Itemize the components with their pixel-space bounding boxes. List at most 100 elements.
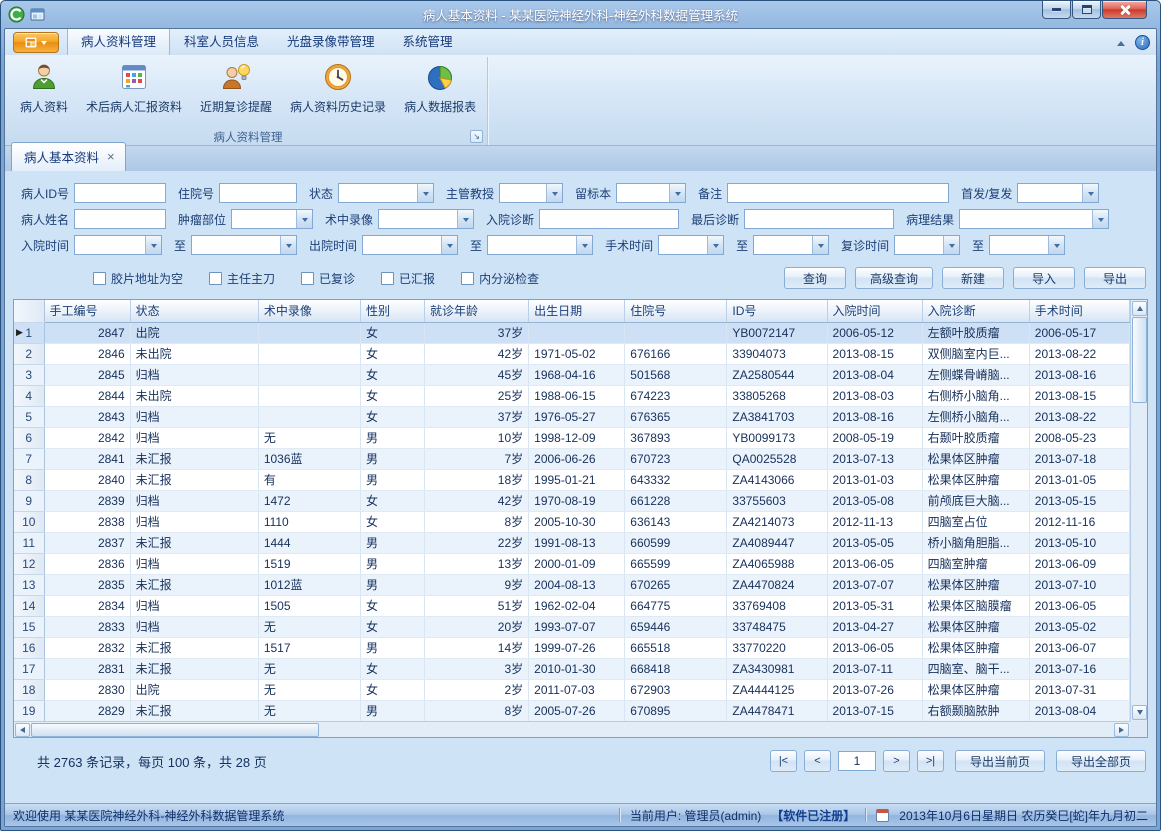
filter-combo-chief-professor[interactable] [499, 183, 563, 203]
document-tab-patient-info[interactable]: 病人基本资料 × [11, 142, 126, 171]
dialog-launcher-icon[interactable] [470, 130, 483, 143]
filter-combo-first-or-recurrent[interactable] [1017, 183, 1099, 203]
table-row[interactable]: 102838归档1110女8岁2005-10-30636143ZA4214073… [14, 511, 1130, 532]
vertical-scroll-thumb[interactable] [1132, 317, 1147, 403]
tab-close-icon[interactable]: × [107, 152, 115, 162]
dropdown-arrow-icon[interactable] [280, 236, 296, 254]
table-row[interactable]: 132835未汇报1012蓝男9岁2004-08-13670265ZA44708… [14, 574, 1130, 595]
table-row[interactable]: 172831未汇报无女3岁2010-01-30668418ZA343098120… [14, 658, 1130, 679]
filter-combo-tumor-site[interactable] [231, 209, 313, 229]
quick-access-icon[interactable] [30, 8, 45, 21]
export-current-page-button[interactable]: 导出当前页 [955, 750, 1045, 772]
dropdown-arrow-icon[interactable] [812, 236, 828, 254]
column-header-7[interactable]: 住院号 [625, 300, 727, 322]
collapse-ribbon-icon[interactable] [1117, 37, 1125, 46]
filter-combo-surgery-from[interactable] [658, 235, 724, 255]
checkbox-film-address-empty[interactable]: 胶片地址为空 [93, 270, 183, 287]
filter-combo-status[interactable] [338, 183, 434, 203]
dropdown-arrow-icon[interactable] [417, 184, 433, 202]
table-row[interactable]: 42844未出院女25岁1988-06-15674223338052682013… [14, 385, 1130, 406]
last-page-button[interactable]: >| [917, 750, 944, 772]
filter-combo-admission-from[interactable] [74, 235, 162, 255]
checkbox-director-surgeon[interactable]: 主任主刀 [209, 270, 275, 287]
ribbon-button-patient[interactable]: 病人资料 [11, 57, 77, 125]
filter-input-final-diagnosis[interactable] [744, 209, 894, 229]
filter-input-patient-id[interactable] [74, 183, 166, 203]
first-page-button[interactable]: |< [770, 750, 797, 772]
column-header-4[interactable]: 性别 [360, 300, 424, 322]
filter-input-inpatient-no[interactable] [219, 183, 297, 203]
dropdown-arrow-icon[interactable] [1092, 210, 1108, 228]
filter-combo-discharge-from[interactable] [362, 235, 458, 255]
filter-combo-admission-to[interactable] [191, 235, 297, 255]
dropdown-arrow-icon[interactable] [1082, 184, 1098, 202]
table-row[interactable]: ▶12847出院女37岁YB00721472006-05-12左额叶胶质瘤200… [14, 322, 1130, 343]
scroll-up-icon[interactable] [1132, 301, 1147, 316]
filter-combo-revisit-from[interactable] [894, 235, 960, 255]
prev-page-button[interactable]: < [804, 750, 831, 772]
dropdown-arrow-icon[interactable] [576, 236, 592, 254]
ribbon-tab-3[interactable]: 光盘录像带管理 [273, 28, 389, 55]
dropdown-arrow-icon[interactable] [441, 236, 457, 254]
column-header-10[interactable]: 入院诊断 [922, 300, 1029, 322]
query-button[interactable]: 查询 [784, 267, 846, 289]
horizontal-scroll-thumb[interactable] [31, 723, 319, 737]
filter-input-patient-name[interactable] [74, 209, 166, 229]
filter-combo-surgery-video[interactable] [378, 209, 474, 229]
dropdown-arrow-icon[interactable] [669, 184, 685, 202]
table-row[interactable]: 32845归档女45岁1968-04-16501568ZA25805442013… [14, 364, 1130, 385]
checkbox-revisited[interactable]: 已复诊 [301, 270, 355, 287]
export-all-pages-button[interactable]: 导出全部页 [1056, 750, 1146, 772]
column-header-3[interactable]: 术中录像 [258, 300, 360, 322]
table-row[interactable]: 192829未汇报无男8岁2005-07-26670895ZA447847120… [14, 700, 1130, 721]
checkbox-reported[interactable]: 已汇报 [381, 270, 435, 287]
column-header-9[interactable]: 入院时间 [827, 300, 922, 322]
ribbon-button-history-record[interactable]: 病人资料历史记录 [281, 57, 395, 125]
table-row[interactable]: 82840未汇报有男18岁1995-01-21643332ZA414306620… [14, 469, 1130, 490]
scroll-left-icon[interactable] [15, 723, 30, 737]
filter-combo-revisit-to[interactable] [989, 235, 1065, 255]
dropdown-arrow-icon[interactable] [145, 236, 161, 254]
ribbon-button-revisit-reminder[interactable]: 近期复诊提醒 [191, 57, 281, 125]
application-menu-button[interactable] [13, 32, 59, 53]
dropdown-arrow-icon[interactable] [457, 210, 473, 228]
column-header-11[interactable]: 手术时间 [1029, 300, 1129, 322]
filter-input-admission-diagnosis[interactable] [539, 209, 679, 229]
filter-input-remark[interactable] [727, 183, 949, 203]
table-row[interactable]: 52843归档女37岁1976-05-27676365ZA38417032013… [14, 406, 1130, 427]
scroll-right-icon[interactable] [1114, 723, 1129, 737]
column-header-6[interactable]: 出生日期 [529, 300, 625, 322]
ribbon-button-postop-report[interactable]: 术后病人汇报资料 [77, 57, 191, 125]
maximize-button[interactable] [1072, 1, 1101, 19]
column-header-1[interactable]: 手工编号 [44, 300, 130, 322]
table-row[interactable]: 142834归档1505女51岁1962-02-0466477533769408… [14, 595, 1130, 616]
ribbon-tab-4[interactable]: 系统管理 [389, 28, 467, 55]
checkbox-endocrine-exam[interactable]: 内分泌检查 [461, 270, 539, 287]
dropdown-arrow-icon[interactable] [296, 210, 312, 228]
scroll-down-icon[interactable] [1132, 705, 1147, 720]
dropdown-arrow-icon[interactable] [943, 236, 959, 254]
filter-combo-discharge-to[interactable] [487, 235, 593, 255]
column-header-5[interactable]: 就诊年龄 [425, 300, 529, 322]
filter-combo-pathology-result[interactable] [959, 209, 1109, 229]
table-row[interactable]: 162832未汇报1517男14岁1999-07-266655183377022… [14, 637, 1130, 658]
column-header-8[interactable]: ID号 [727, 300, 827, 322]
table-row[interactable]: 122836归档1519男13岁2000-01-09665599ZA406598… [14, 553, 1130, 574]
new-button[interactable]: 新建 [942, 267, 1004, 289]
page-number-input[interactable] [838, 751, 876, 771]
table-row[interactable]: 62842归档无男10岁1998-12-09367893YB0099173200… [14, 427, 1130, 448]
dropdown-arrow-icon[interactable] [1048, 236, 1064, 254]
table-row[interactable]: 112837未汇报1444男22岁1991-08-13660599ZA40894… [14, 532, 1130, 553]
info-icon[interactable]: i [1135, 35, 1150, 50]
dropdown-arrow-icon[interactable] [707, 236, 723, 254]
filter-combo-surgery-to[interactable] [753, 235, 829, 255]
ribbon-tab-1[interactable]: 病人资料管理 [67, 28, 170, 55]
export-button[interactable]: 导出 [1084, 267, 1146, 289]
next-page-button[interactable]: > [883, 750, 910, 772]
horizontal-scrollbar[interactable] [14, 721, 1130, 737]
table-row[interactable]: 182830出院无女2岁2011-07-03672903ZA4444125201… [14, 679, 1130, 700]
filter-combo-specimen[interactable] [616, 183, 686, 203]
table-row[interactable]: 152833归档无女20岁1993-07-0765944633748475201… [14, 616, 1130, 637]
table-row[interactable]: 22846未出院女42岁1971-05-02676166339040732013… [14, 343, 1130, 364]
vertical-scrollbar[interactable] [1130, 300, 1147, 721]
